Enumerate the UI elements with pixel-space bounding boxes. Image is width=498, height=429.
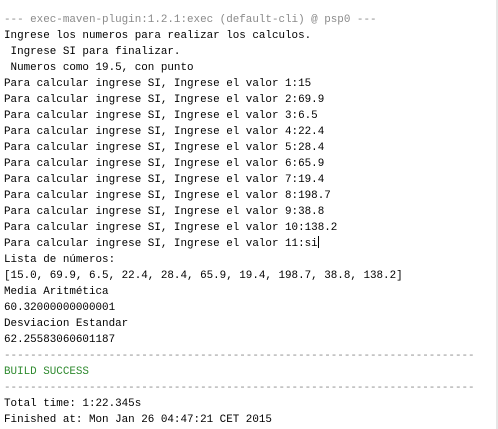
prompt-line-11-text: Para calcular ingrese SI, Ingrese el val…	[4, 238, 318, 250]
prompt-line-9: Para calcular ingrese SI, Ingrese el val…	[4, 206, 325, 218]
prompt-line-3: Para calcular ingrese SI, Ingrese el val…	[4, 110, 318, 122]
finished-at: Finished at: Mon Jan 26 04:47:21 CET 201…	[4, 414, 272, 426]
mean-label: Media Aritmética	[4, 286, 109, 298]
prompt-line-11[interactable]: Para calcular ingrese SI, Ingrese el val…	[4, 236, 498, 252]
prompt-line-2: Para calcular ingrese SI, Ingrese el val…	[4, 94, 325, 106]
intro-line-1: Ingrese los numeros para realizar los ca…	[4, 30, 312, 42]
mean-value: 60.32000000000001	[4, 302, 116, 314]
prompt-line-6: Para calcular ingrese SI, Ingrese el val…	[4, 158, 325, 170]
list-label: Lista de números:	[4, 254, 116, 266]
intro-line-3: Numeros como 19.5, con punto	[4, 62, 194, 74]
prompt-line-7: Para calcular ingrese SI, Ingrese el val…	[4, 174, 325, 186]
std-value: 62.25583060601187	[4, 334, 116, 346]
prompt-line-8: Para calcular ingrese SI, Ingrese el val…	[4, 190, 331, 202]
total-time: Total time: 1:22.345s	[4, 398, 142, 410]
prompt-line-10: Para calcular ingrese SI, Ingrese el val…	[4, 222, 338, 234]
plugin-header-line: --- exec-maven-plugin:1.2.1:exec (defaul…	[4, 14, 377, 26]
text-cursor	[317, 236, 319, 248]
std-label: Desviacion Estandar	[4, 318, 129, 330]
intro-line-2: Ingrese SI para finalizar.	[4, 46, 181, 58]
output-console[interactable]: --- exec-maven-plugin:1.2.1:exec (defaul…	[0, 0, 498, 429]
separator-line-2: ----------------------------------------…	[4, 382, 475, 394]
list-values: [15.0, 69.9, 6.5, 22.4, 28.4, 65.9, 19.4…	[4, 270, 403, 282]
prompt-line-5: Para calcular ingrese SI, Ingrese el val…	[4, 142, 325, 154]
build-status: BUILD SUCCESS	[4, 366, 89, 378]
prompt-line-4: Para calcular ingrese SI, Ingrese el val…	[4, 126, 325, 138]
separator-line-1: ----------------------------------------…	[4, 350, 475, 362]
prompt-line-1: Para calcular ingrese SI, Ingrese el val…	[4, 78, 312, 90]
